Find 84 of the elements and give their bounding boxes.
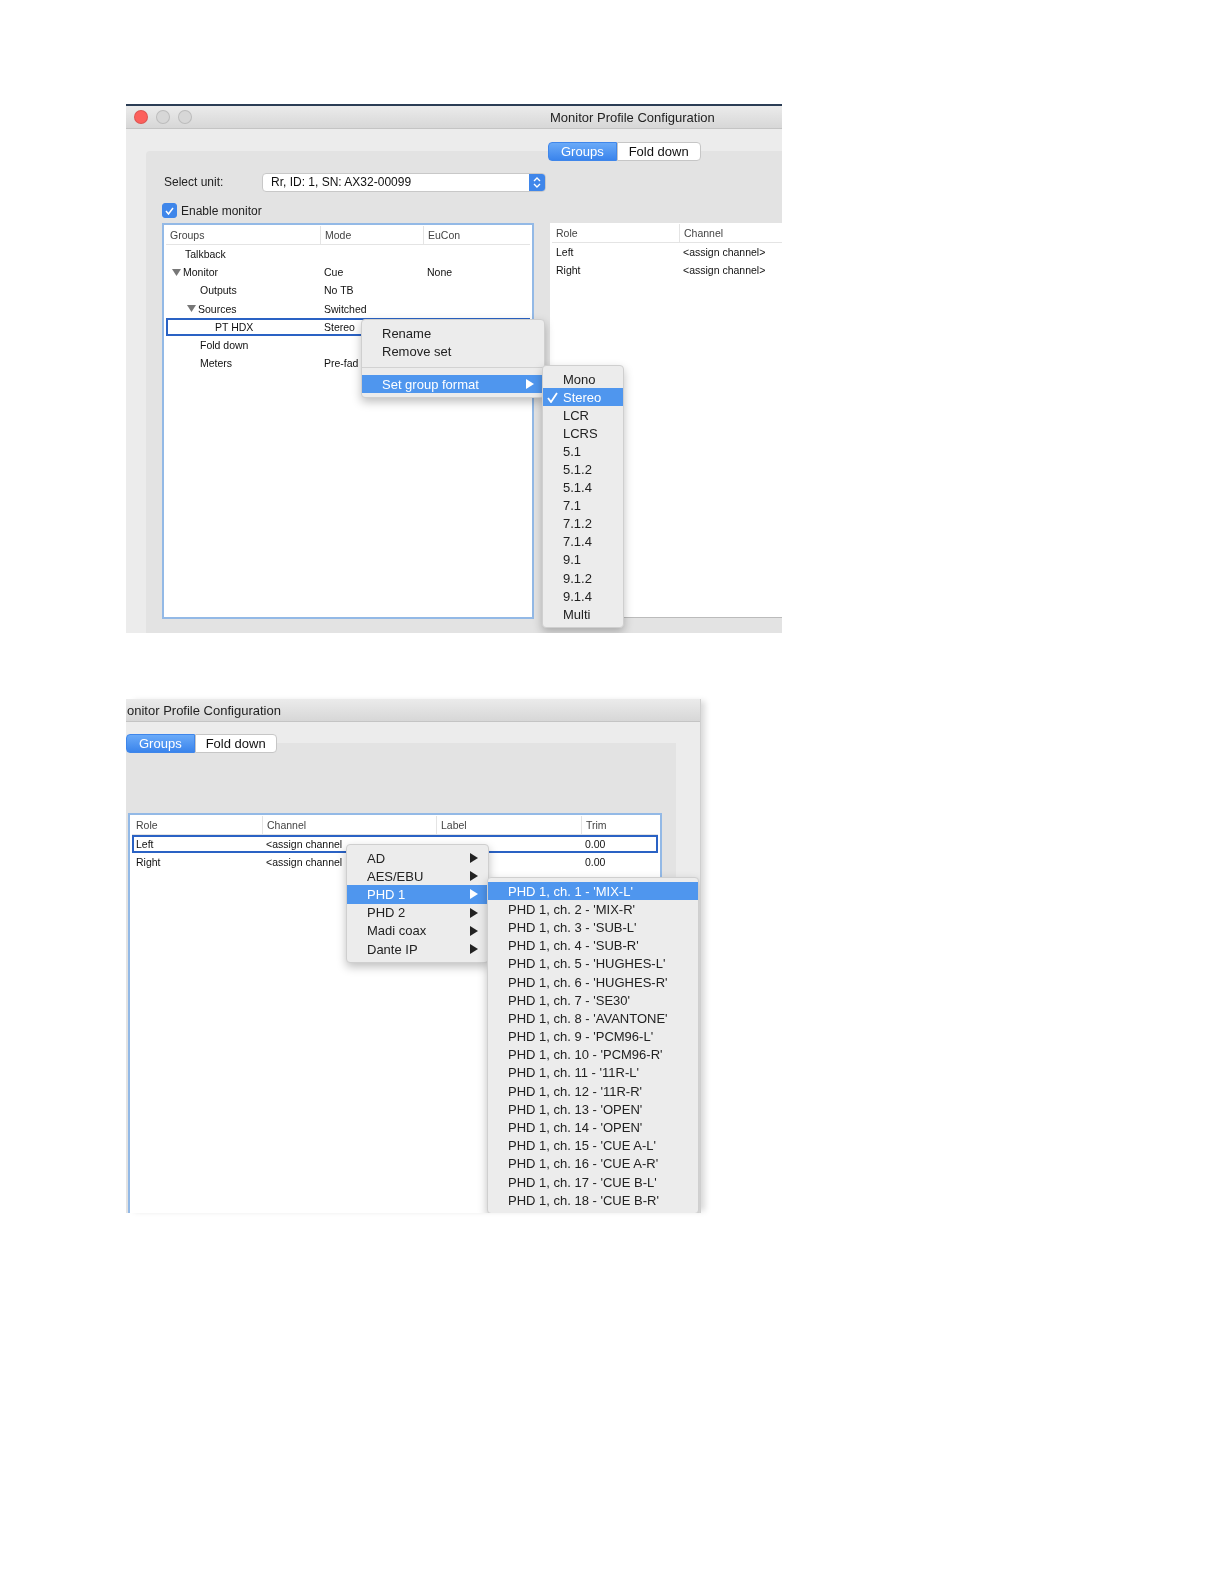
tree-row[interactable]: Monitor Cue None	[166, 263, 530, 282]
role-cell: Left	[136, 838, 154, 851]
window-title: Monitor Profile Configuration	[550, 109, 715, 125]
disclosure-triangle-icon[interactable]	[187, 305, 196, 313]
eucon-value: None	[427, 266, 453, 279]
mode-value: Pre-fad	[324, 357, 359, 370]
unit-select[interactable]: Rr, ID: 1, SN: AX32-00099	[262, 172, 546, 192]
mode-value: Cue	[324, 266, 344, 279]
checkmark-icon	[547, 391, 558, 403]
trim-cell: 0.00	[585, 856, 606, 869]
menu-item[interactable]: PHD 1, ch. 8 - 'AVANTONE'	[488, 1009, 698, 1028]
menu-item[interactable]: PHD 1, ch. 7 - 'SE30'	[488, 991, 698, 1010]
menu-item[interactable]: PHD 1, ch. 14 - 'OPEN'	[488, 1118, 698, 1137]
menu-item[interactable]: 7.1.2	[543, 514, 623, 533]
select-unit-label: Select unit:	[164, 175, 225, 189]
menu-item[interactable]: 5.1	[543, 442, 623, 461]
menu-item[interactable]: PHD 1, ch. 18 - 'CUE B-R'	[488, 1191, 698, 1210]
menu-item[interactable]: 5.1.4	[543, 478, 623, 497]
column-header[interactable]: Role	[132, 816, 262, 834]
checkbox-label: Enable monitor	[181, 203, 262, 218]
menu-item[interactable]: PHD 2	[347, 903, 488, 922]
mode-value: No TB	[324, 284, 354, 297]
tab[interactable]: Fold down	[194, 734, 277, 753]
menu-item[interactable]: LCR	[543, 406, 623, 425]
group-name: Outputs	[200, 284, 237, 297]
menu-item[interactable]: Remove set	[362, 342, 544, 360]
disclosure-triangle-icon[interactable]	[172, 268, 181, 276]
column-header[interactable]: EuCon	[423, 226, 534, 244]
mode-value: Switched	[324, 302, 367, 315]
column-header[interactable]: Channel	[262, 816, 436, 834]
group-name: Meters	[200, 357, 233, 370]
menu-item[interactable]: PHD 1, ch. 15 - 'CUE A-L'	[488, 1136, 698, 1155]
menu-item[interactable]: PHD 1, ch. 17 - 'CUE B-L'	[488, 1173, 698, 1192]
group-name: PT HDX	[215, 320, 254, 333]
menu-item[interactable]: PHD 1, ch. 9 - 'PCM96-L'	[488, 1027, 698, 1046]
column-header[interactable]: Groups	[166, 226, 320, 244]
menu-item[interactable]: LCRS	[543, 424, 623, 443]
mode-value: Stereo	[324, 320, 355, 333]
menu-item[interactable]: PHD 1, ch. 4 - 'SUB-R'	[488, 936, 698, 955]
column-header[interactable]: Label	[436, 816, 581, 834]
column-header[interactable]: Trim	[581, 816, 661, 834]
tree-row[interactable]: Outputs No TB	[166, 281, 530, 300]
menu-item[interactable]: PHD 1, ch. 10 - 'PCM96-R'	[488, 1045, 698, 1064]
tab[interactable]: Fold down	[616, 142, 701, 161]
menu-item[interactable]: PHD 1, ch. 5 - 'HUGHES-L'	[488, 954, 698, 973]
role-cell: Right	[136, 856, 161, 869]
tree-row[interactable]: Sources Switched	[166, 299, 530, 318]
channel-cell: <assign channel	[266, 838, 343, 851]
menu-item[interactable]: Madi coax	[347, 921, 488, 940]
menu-item[interactable]: 9.1	[543, 550, 623, 570]
menu-item[interactable]: PHD 1, ch. 3 - 'SUB-L'	[488, 918, 698, 937]
group-name: Sources	[198, 302, 237, 315]
menu-item[interactable]: 7.1.4	[543, 532, 623, 551]
menu-item[interactable]: PHD 1, ch. 13 - 'OPEN'	[488, 1100, 698, 1119]
tree-row[interactable]: Talkback	[166, 245, 530, 264]
role-cell: Left	[556, 246, 574, 259]
menu-item[interactable]: PHD 1, ch. 6 - 'HUGHES-R'	[488, 972, 698, 992]
column-header[interactable]: Channel	[679, 224, 782, 242]
channel-cell: <assign channel>	[683, 246, 766, 259]
menu-item[interactable]: 9.1.4	[543, 587, 623, 606]
stepper-icon	[529, 173, 545, 191]
column-header[interactable]: Mode	[320, 226, 423, 244]
group-name: Monitor	[183, 266, 218, 279]
menu-item[interactable]: Multi	[543, 605, 623, 624]
close-button[interactable]	[134, 110, 148, 124]
role-cell: Right	[556, 264, 581, 277]
channel-cell: <assign channel	[266, 856, 343, 869]
menu-item[interactable]: Dante IP	[347, 939, 488, 959]
menu-item[interactable]: Mono	[543, 370, 623, 389]
window-title: onitor Profile Configuration	[127, 702, 281, 718]
group-name: Talkback	[185, 248, 226, 261]
menu-item[interactable]: PHD 1, ch. 16 - 'CUE A-R'	[488, 1154, 698, 1173]
menu-item[interactable]: 5.1.2	[543, 460, 623, 479]
column-header[interactable]: Role	[552, 224, 679, 242]
menu-item[interactable]: PHD 1, ch. 12 - '11R-R'	[488, 1082, 698, 1101]
trim-cell: 0.00	[585, 838, 606, 851]
checkmark-icon	[165, 206, 174, 215]
menu-item[interactable]: 9.1.2	[543, 569, 623, 588]
menu-item[interactable]: AES/EBU	[347, 867, 488, 886]
menu-item[interactable]: 7.1	[543, 496, 623, 515]
checkbox[interactable]	[162, 203, 177, 218]
menu-item[interactable]: PHD 1, ch. 11 - '11R-L'	[488, 1063, 698, 1083]
menu-item[interactable]: PHD 1, ch. 2 - 'MIX-R'	[488, 900, 698, 919]
channel-cell: <assign channel>	[683, 264, 766, 277]
